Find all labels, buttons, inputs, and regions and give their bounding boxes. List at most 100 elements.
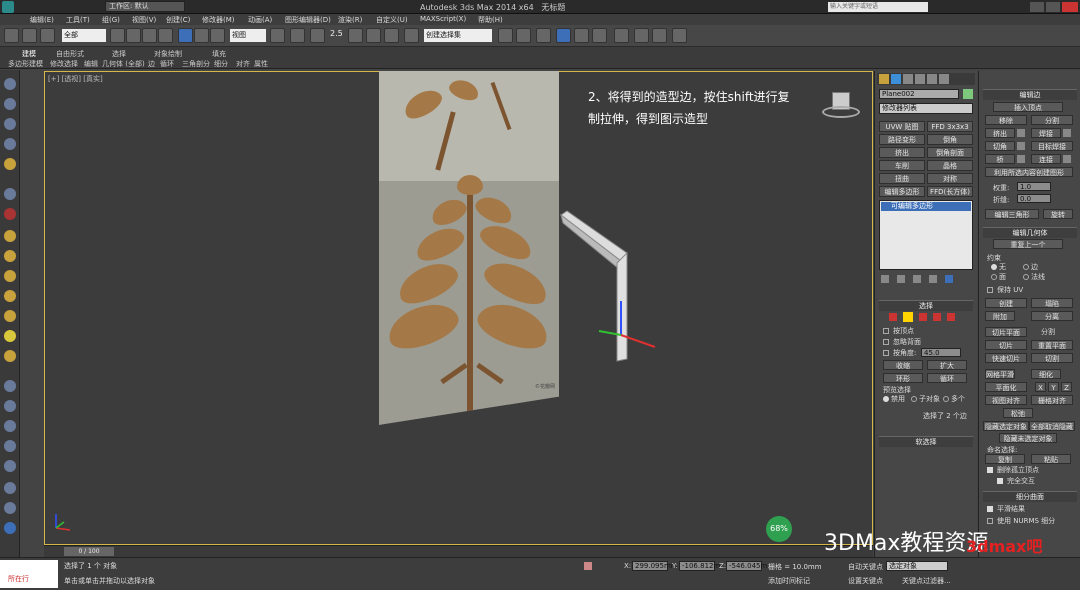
menu-rendering[interactable]: 渲染(R)	[338, 15, 362, 25]
key-filters-button[interactable]: 关键点过滤器...	[902, 576, 951, 586]
mod-bevel-button[interactable]: 倒角	[927, 134, 973, 145]
modify-tab-icon[interactable]	[891, 74, 901, 84]
mod-path-deform-button[interactable]: 路径变形	[879, 134, 925, 145]
attach-button[interactable]: 附加	[985, 311, 1015, 321]
ribbon-sub-geometry[interactable]: 几何体 (全部)	[102, 59, 145, 69]
edit-edges-rollout-header[interactable]: 编辑边	[983, 89, 1077, 100]
workspace-select[interactable]: 工作区: 默认	[105, 1, 185, 12]
menu-group[interactable]: 组(G)	[102, 15, 120, 25]
hide-unselected-button[interactable]: 隐藏未选定对象	[999, 433, 1057, 443]
rotate-icon[interactable]	[194, 28, 209, 43]
ribbon-sub-modify-selection[interactable]: 修改选择	[50, 59, 78, 69]
close-button[interactable]	[1062, 2, 1078, 12]
target-weld-button[interactable]: 目标焊接	[1031, 141, 1073, 151]
preview-multi-radio[interactable]	[943, 396, 949, 402]
planar-x-button[interactable]: X	[1035, 382, 1046, 392]
plane-icon[interactable]	[4, 380, 16, 392]
menu-customize[interactable]: 自定义(U)	[376, 15, 408, 25]
set-key-button[interactable]: 设置关键点	[848, 576, 883, 586]
slice-plane-button[interactable]: 切片平面	[985, 327, 1027, 337]
mod-extrude-button[interactable]: 挤出	[879, 147, 925, 158]
angle-spinner[interactable]: 45.0	[921, 348, 961, 357]
ribbon-sub-loops[interactable]: 循环	[160, 59, 174, 69]
create-tab-icon[interactable]	[879, 74, 889, 84]
cut-button[interactable]: 切割	[1031, 353, 1073, 363]
light-bulb-icon[interactable]	[4, 158, 16, 170]
element-level-icon[interactable]	[947, 313, 955, 321]
auto-key-button[interactable]: 自动关键点	[848, 562, 883, 572]
box-icon[interactable]	[4, 230, 16, 242]
delete-isolated-checkbox[interactable]	[987, 467, 993, 473]
connect-button[interactable]: 连接	[1031, 154, 1061, 164]
menu-modifiers[interactable]: 修改器(M)	[202, 15, 235, 25]
connect-settings-icon[interactable]	[1063, 155, 1071, 163]
time-slider-handle[interactable]: 0 / 100	[64, 547, 114, 556]
repeat-last-button[interactable]: 重复上一个	[993, 239, 1063, 249]
constraint-none-radio[interactable]	[991, 264, 997, 270]
key-mode-select[interactable]: 选定对象	[886, 561, 948, 571]
mirror-icon[interactable]	[498, 28, 513, 43]
ribbon-sub-edges[interactable]: 边	[148, 59, 155, 69]
menu-maxscript[interactable]: MAXScript(X)	[420, 15, 466, 23]
percent-snap-icon[interactable]	[366, 28, 381, 43]
material-editor-icon[interactable]	[614, 28, 629, 43]
bridge-settings-icon[interactable]	[1017, 155, 1025, 163]
torus-icon[interactable]	[4, 290, 16, 302]
show-end-result-icon[interactable]	[897, 275, 905, 283]
region-select-icon[interactable]	[142, 28, 157, 43]
utilities-tab-icon[interactable]	[939, 74, 949, 84]
cone-icon[interactable]	[4, 350, 16, 362]
use-nurms-checkbox[interactable]	[987, 518, 993, 524]
constraint-normal-radio[interactable]	[1023, 274, 1029, 280]
ignore-backface-checkbox[interactable]	[883, 339, 889, 345]
redo-icon[interactable]	[22, 28, 37, 43]
keyboard-shortcut-icon[interactable]	[310, 28, 325, 43]
edit-geometry-rollout-header[interactable]: 编辑几何体	[983, 227, 1077, 238]
remove-modifier-icon[interactable]	[929, 275, 937, 283]
graphite-toggle-icon[interactable]	[556, 28, 571, 43]
constraint-face-radio[interactable]	[991, 274, 997, 280]
display-tab-icon[interactable]	[927, 74, 937, 84]
align-icon[interactable]	[516, 28, 531, 43]
maxscript-listener[interactable]: 所在行	[0, 560, 58, 588]
ribbon-tab-object-paint[interactable]: 对象绘制	[154, 49, 182, 59]
layer-manager-icon[interactable]	[536, 28, 551, 43]
chamfer-button[interactable]: 切角	[985, 141, 1015, 151]
planar-y-button[interactable]: Y	[1048, 382, 1059, 392]
meshsmooth-button[interactable]: 网格平滑	[985, 369, 1015, 379]
insert-vertex-button[interactable]: 插入顶点	[993, 102, 1063, 112]
move-icon[interactable]	[178, 28, 193, 43]
cylinder-icon[interactable]	[4, 270, 16, 282]
bridge-button[interactable]: 桥	[985, 154, 1015, 164]
mod-lathe-button[interactable]: 车削	[879, 160, 925, 171]
named-selection-select[interactable]: 创建选择集	[424, 29, 492, 42]
mod-uvw-map-button[interactable]: UVW 贴图	[879, 121, 925, 132]
configure-sets-icon[interactable]	[945, 275, 953, 283]
preview-subobj-radio[interactable]	[911, 396, 917, 402]
sun-icon[interactable]	[4, 330, 16, 342]
create-button[interactable]: 创建	[985, 298, 1027, 308]
split-button[interactable]: 分割	[1031, 115, 1073, 125]
chamfer-settings-icon[interactable]	[1017, 142, 1025, 150]
viewport-config-icon[interactable]	[4, 522, 16, 534]
ring-button[interactable]: 环形	[883, 373, 923, 383]
particle-icon[interactable]	[4, 420, 16, 432]
spacewarps-icon[interactable]	[4, 208, 16, 220]
curve-editor-icon[interactable]	[574, 28, 589, 43]
weld-button[interactable]: 焊接	[1031, 128, 1061, 138]
maximize-button[interactable]	[1046, 2, 1060, 12]
subdivision-rollout-header[interactable]: 细分曲面	[983, 491, 1077, 502]
split-checkbox-label[interactable]: 分割	[1041, 327, 1055, 337]
mod-lattice-button[interactable]: 晶格	[927, 160, 973, 171]
rendered-frame-icon[interactable]	[652, 28, 667, 43]
app-logo-icon[interactable]	[2, 1, 14, 13]
crease-spinner[interactable]: 0.0	[1017, 194, 1051, 203]
mod-ffd-box-button[interactable]: FFD(长方体)	[927, 186, 973, 197]
scene-explorer-icon[interactable]	[4, 482, 16, 494]
viewcube-ring[interactable]	[822, 106, 860, 118]
paste-button[interactable]: 粘贴	[1031, 454, 1071, 464]
weld-settings-icon[interactable]	[1063, 129, 1071, 137]
helpers-icon[interactable]	[4, 188, 16, 200]
reset-plane-button[interactable]: 重置平面	[1031, 340, 1073, 350]
pin-stack-icon[interactable]	[881, 275, 889, 283]
